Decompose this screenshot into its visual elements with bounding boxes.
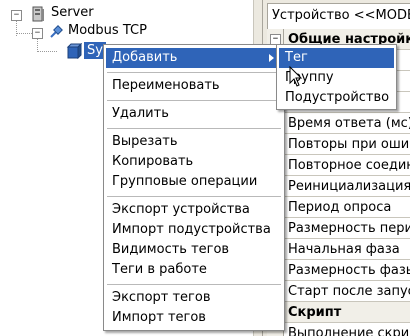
menu-item-copy[interactable]: Копировать xyxy=(106,152,282,172)
section-script[interactable]: Скрипт xyxy=(284,302,410,323)
menu-separator xyxy=(107,196,281,197)
property-row-reinit[interactable]: Реинициализация xyxy=(284,176,410,197)
menu-item-import-tags[interactable]: Импорт тегов xyxy=(106,308,282,328)
property-row-script-execution[interactable]: Выполнение скрип xyxy=(284,323,410,336)
tree-node-server[interactable]: Server xyxy=(51,5,94,20)
menu-item-add-label: Добавить xyxy=(112,50,178,65)
menu-separator xyxy=(107,72,281,73)
property-row-poll-period[interactable]: Период опроса xyxy=(284,197,410,218)
channel-plug-icon xyxy=(50,25,63,38)
menu-item-tag-visibility[interactable]: Видимость тегов xyxy=(106,240,282,260)
tree-line xyxy=(16,33,32,34)
menu-item-cut[interactable]: Вырезать xyxy=(106,132,282,152)
menu-separator xyxy=(107,284,281,285)
submenu-arrow-icon xyxy=(269,54,274,62)
menu-separator xyxy=(107,128,281,129)
property-row-response-time[interactable]: Время ответа (мс) xyxy=(284,113,410,134)
property-row-phase-unit[interactable]: Размерность фазы xyxy=(284,260,410,281)
tree-line xyxy=(37,38,38,52)
menu-item-import-subdevice[interactable]: Импорт подустройства xyxy=(106,220,282,240)
menu-item-tags-in-work[interactable]: Теги в работе xyxy=(106,260,282,280)
property-row-reconnect[interactable]: Повторное соедин xyxy=(284,155,410,176)
device-icon xyxy=(66,43,82,59)
tree-line xyxy=(37,51,57,52)
menu-item-export-tags[interactable]: Экспорт тегов xyxy=(106,288,282,308)
mouse-cursor-icon xyxy=(289,66,303,87)
server-icon xyxy=(32,6,44,22)
submenu-item-tag[interactable]: Тег xyxy=(279,48,394,68)
channel-collapse-toggle[interactable]: − xyxy=(32,28,43,39)
property-row-retries[interactable]: Повторы при ошиб xyxy=(284,134,410,155)
server-collapse-toggle[interactable]: − xyxy=(11,10,22,21)
menu-separator xyxy=(107,100,281,101)
context-menu: Добавить Переименовать Удалить Вырезать … xyxy=(103,44,285,331)
tree-node-modbus-tcp[interactable]: Modbus TCP xyxy=(68,23,147,38)
submenu-item-subdevice[interactable]: Подустройство xyxy=(279,88,394,108)
property-row-start-after-launch[interactable]: Старт после запус xyxy=(284,281,410,302)
menu-item-group-operations[interactable]: Групповые операции xyxy=(106,172,282,192)
menu-item-rename[interactable]: Переименовать xyxy=(106,76,282,96)
menu-item-delete[interactable]: Удалить xyxy=(106,104,282,124)
property-row-period-unit[interactable]: Размерность пери xyxy=(284,218,410,239)
property-row-initial-phase[interactable]: Начальная фаза xyxy=(284,239,410,260)
properties-header: Устройство <<MODB xyxy=(267,3,410,29)
menu-item-export-device[interactable]: Экспорт устройства xyxy=(106,200,282,220)
menu-item-add[interactable]: Добавить xyxy=(106,48,282,68)
